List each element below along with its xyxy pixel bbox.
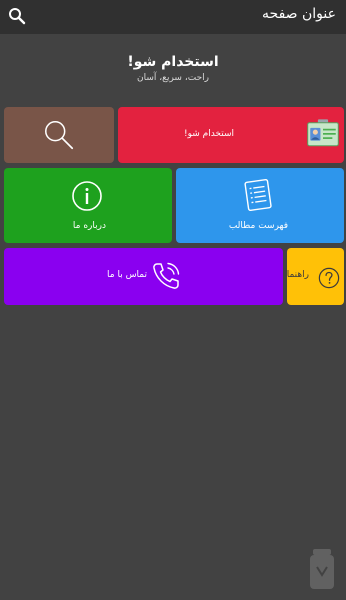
contents-tile-label: فهرست مطالب	[228, 221, 288, 231]
id-card-icon	[307, 119, 339, 147]
contents-tile[interactable]: فهرست مطالب	[176, 168, 344, 243]
question-icon	[318, 267, 340, 289]
contact-tile-label: تماس با ما	[107, 270, 147, 280]
search-icon[interactable]	[8, 7, 26, 25]
phone-icon	[153, 262, 180, 289]
search-tile[interactable]	[4, 107, 114, 163]
page-title: عنوان صفحه	[262, 6, 336, 22]
magnifier-icon	[45, 121, 74, 150]
hire-tile[interactable]: استخدام شو!	[118, 107, 344, 163]
contact-tile[interactable]: تماس با ما	[4, 248, 283, 305]
about-tile[interactable]: درباره ما	[4, 168, 172, 243]
about-tile-label: درباره ما	[72, 221, 106, 231]
hero-title: استخدام شو!	[127, 54, 219, 70]
app-bar: عنوان صفحه	[0, 0, 346, 34]
hero-subtitle: راحت، سریع، آسان	[137, 73, 209, 83]
help-tile[interactable]: راهنما	[287, 248, 344, 305]
info-icon	[72, 181, 102, 211]
bazaar-watermark-icon	[310, 549, 334, 589]
hire-tile-label: استخدام شو!	[183, 129, 234, 139]
list-icon	[244, 179, 272, 211]
help-tile-label: راهنما	[286, 270, 309, 280]
